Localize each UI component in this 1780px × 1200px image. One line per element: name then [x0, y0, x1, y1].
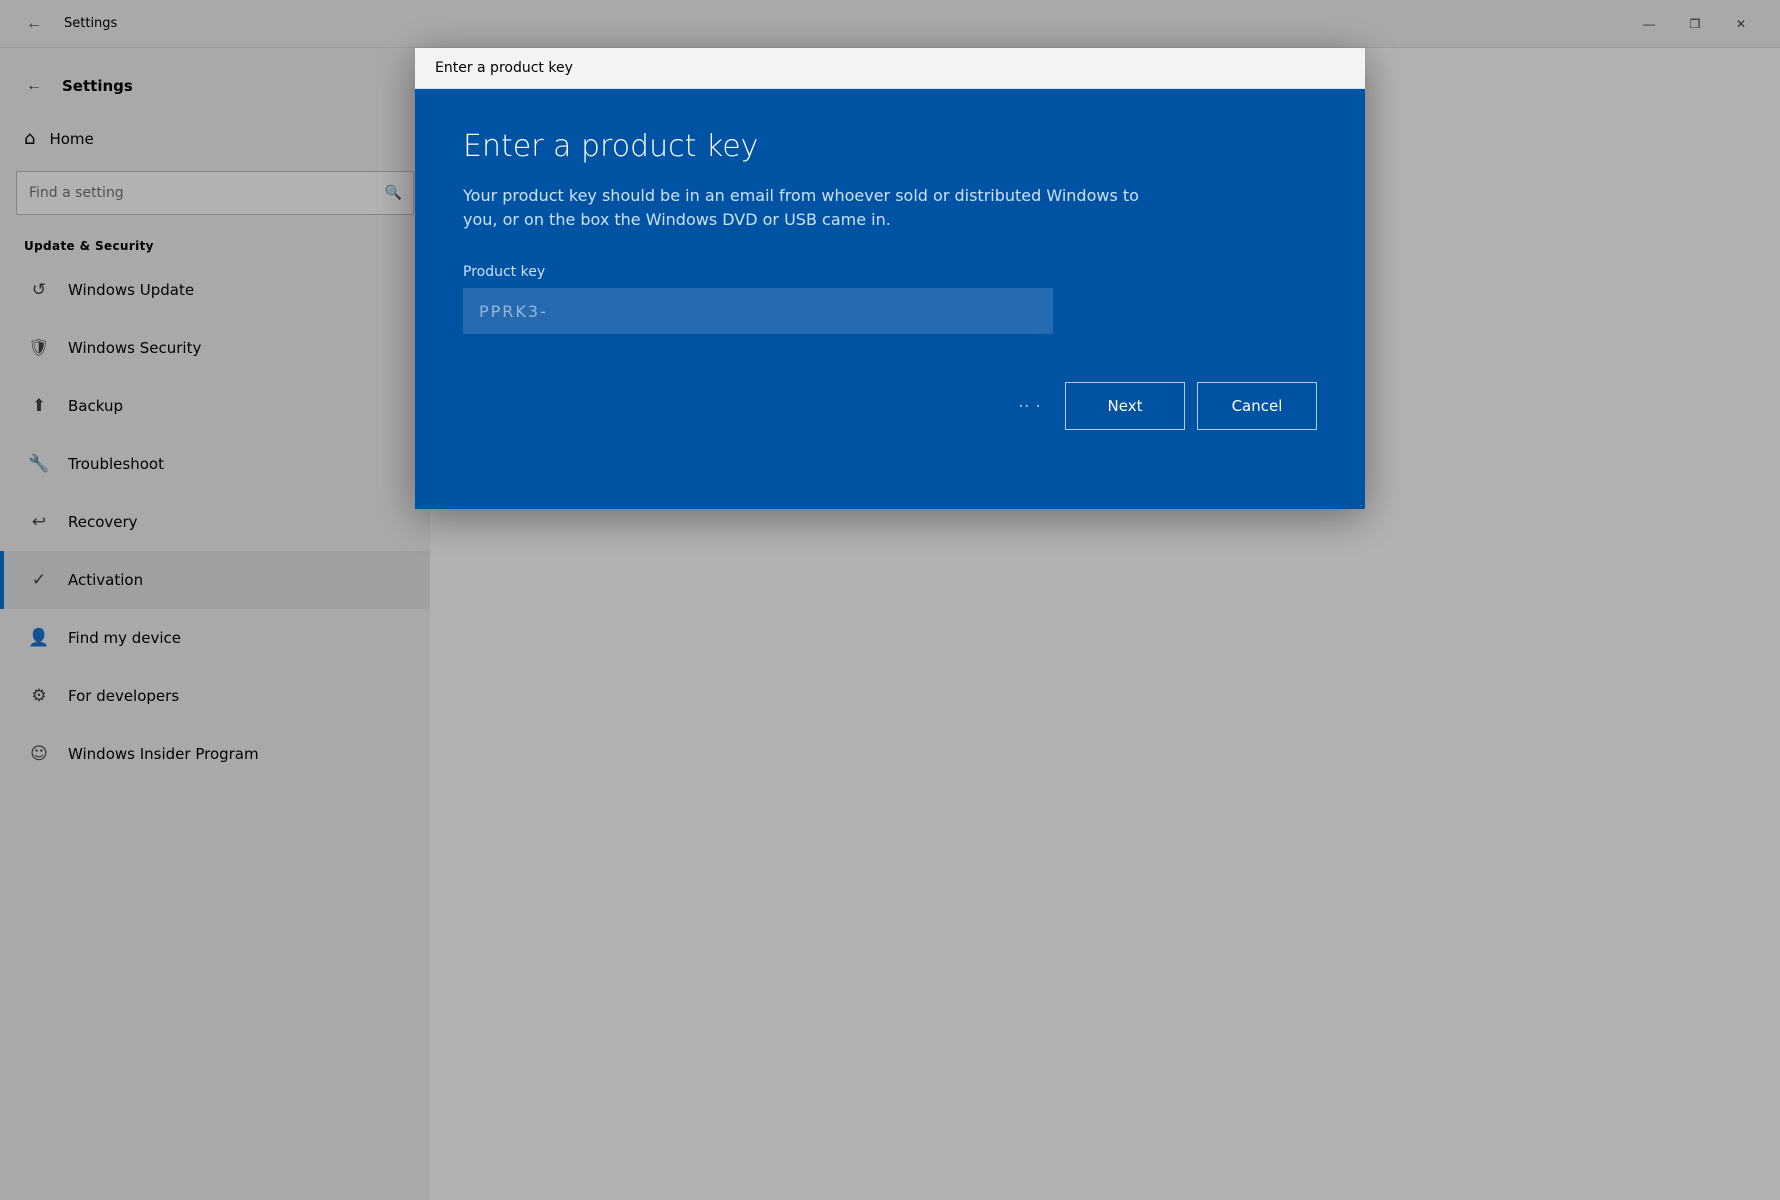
- modal-footer: ·· · Next Cancel: [463, 382, 1317, 430]
- modal-desc: Your product key should be in an email f…: [463, 184, 1143, 232]
- cancel-button[interactable]: Cancel: [1197, 382, 1317, 430]
- modal-overlay: Enter a product key Enter a product key …: [0, 0, 1780, 1200]
- modal-titlebar: Enter a product key: [415, 48, 1365, 89]
- modal-container: Enter a product key Enter a product key …: [415, 48, 1365, 509]
- next-button[interactable]: Next: [1065, 382, 1185, 430]
- spinner-icon: ·· ·: [1018, 396, 1041, 417]
- modal-title: Enter a product key: [463, 129, 1317, 164]
- product-key-input[interactable]: [463, 288, 1053, 334]
- modal-body: Enter a product key Your product key sho…: [415, 89, 1365, 509]
- product-key-label: Product key: [463, 264, 1317, 280]
